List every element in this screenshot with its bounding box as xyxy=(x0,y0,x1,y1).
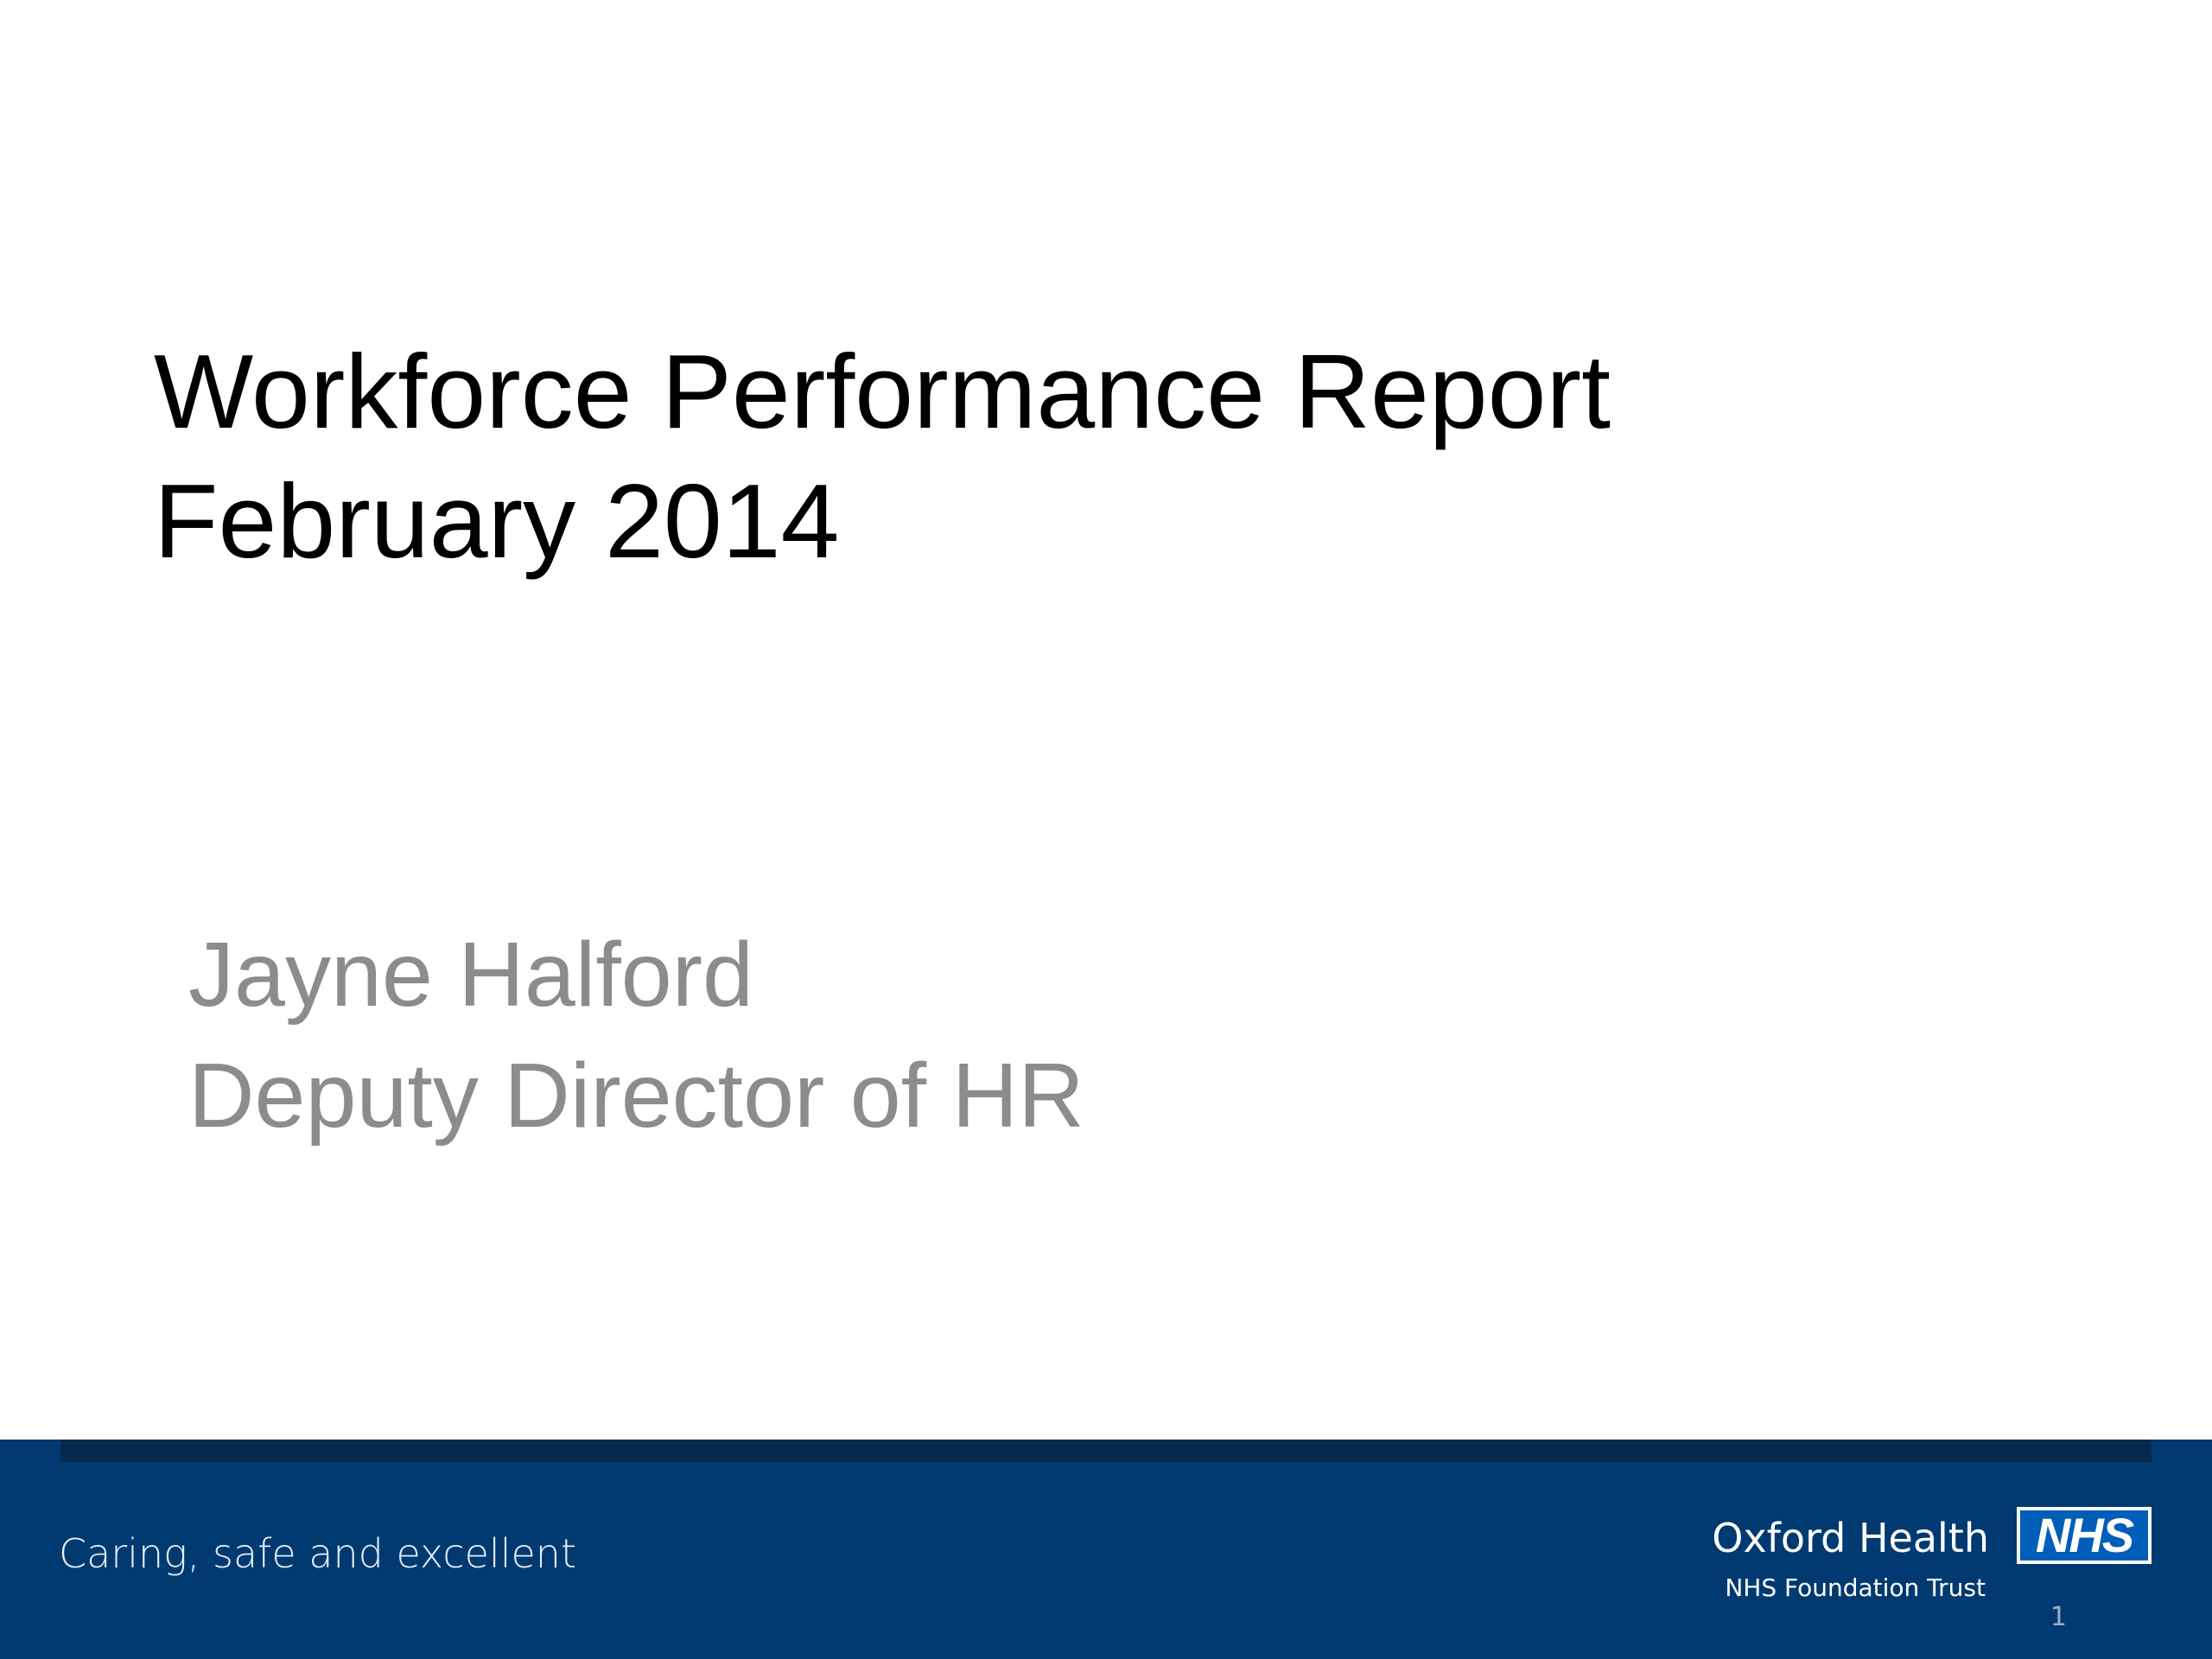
slide-title: Workforce Performance Report February 20… xyxy=(154,327,2055,586)
title-line-2: February 2014 xyxy=(154,462,840,580)
slide: Workforce Performance Report February 20… xyxy=(0,0,2212,1659)
org-subtitle: NHS Foundation Trust xyxy=(1725,1573,1986,1602)
footer-tagline: Caring, safe and excellent xyxy=(59,1530,576,1577)
page-number: 1 xyxy=(2050,1602,2067,1632)
nhs-logo-text: NHS xyxy=(2020,1510,2148,1560)
presenter-role: Deputy Director of HR xyxy=(188,1045,1084,1147)
nhs-logo: NHS xyxy=(2017,1507,2152,1564)
title-line-1: Workforce Performance Report xyxy=(154,333,1611,450)
slide-subtitle: Jayne Halford Deputy Director of HR xyxy=(188,914,1916,1156)
org-name: Oxford Health xyxy=(1712,1515,1989,1561)
presenter-name: Jayne Halford xyxy=(188,924,754,1026)
footer-divider xyxy=(60,1440,2152,1462)
